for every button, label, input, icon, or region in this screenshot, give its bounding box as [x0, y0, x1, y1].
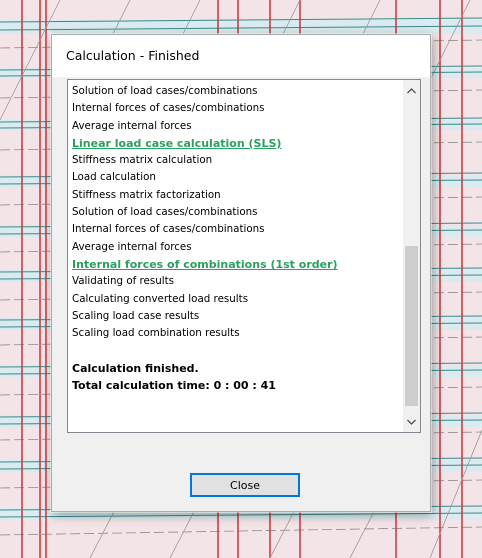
log-list: Solution of load cases/combinations Inter… [72, 83, 397, 394]
log-line: Scaling load case results [72, 309, 200, 322]
log-line: Solution of load cases/combinations [72, 206, 258, 219]
log-line: Scaling load combination results [72, 327, 240, 340]
log-line: Calculating converted load results [72, 292, 249, 305]
log-line: Validating of results [72, 275, 175, 288]
vertical-scrollbar[interactable] [403, 80, 420, 432]
log-line: Calculation finished. [72, 361, 199, 375]
log-line: Internal forces of cases/combinations [72, 102, 265, 115]
dialog-title-bar[interactable]: Calculation - Finished [52, 35, 430, 77]
scrollbar-thumb[interactable] [405, 246, 418, 406]
log-line: Solution of load cases/combinations [72, 85, 258, 97]
log-line: Average internal forces [72, 119, 192, 132]
log-line: Average internal forces [72, 240, 192, 253]
log-heading: Internal forces of combinations (1st ord… [72, 257, 338, 271]
log-line: Internal forces of cases/combinations [72, 223, 265, 236]
chevron-down-icon[interactable] [403, 413, 420, 430]
calculation-log[interactable]: Solution of load cases/combinations Inter… [67, 79, 421, 433]
log-line: Total calculation time: 0 : 00 : 41 [72, 379, 276, 393]
log-line: Stiffness matrix calculation [72, 154, 213, 167]
log-blank-line [72, 342, 397, 359]
close-button[interactable]: Close [190, 473, 300, 497]
log-line: Load calculation [72, 171, 156, 184]
chevron-up-icon[interactable] [403, 82, 420, 99]
log-line: Stiffness matrix factorization [72, 188, 221, 201]
calculation-dialog: Calculation - Finished Solution of load … [51, 34, 431, 512]
log-heading: Linear load case calculation (SLS) [72, 136, 282, 150]
dialog-title: Calculation - Finished [66, 48, 200, 63]
